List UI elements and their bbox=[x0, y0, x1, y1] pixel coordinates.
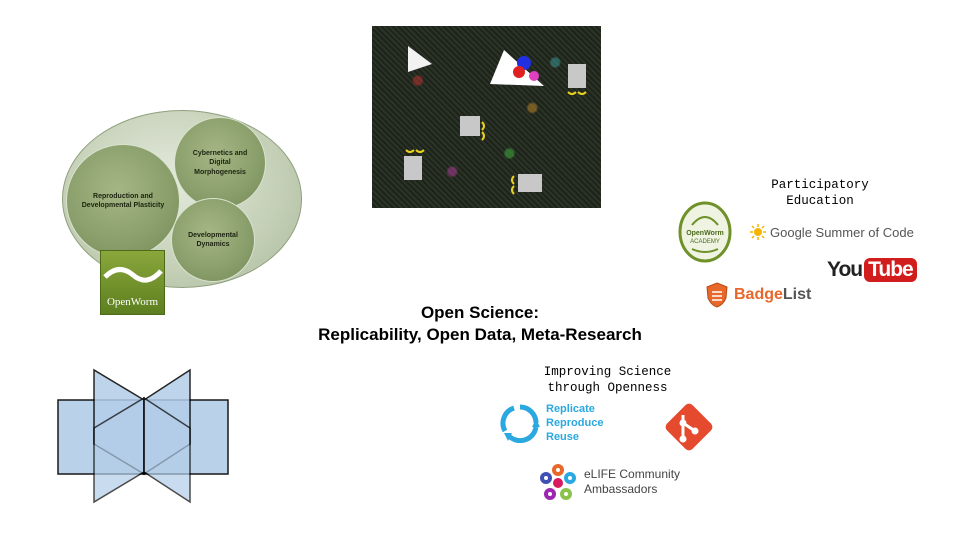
venn-label-developmental-dynamics: Developmental Dynamics bbox=[188, 231, 238, 248]
venn-circle-reproduction: Reproduction and Developmental Plasticit… bbox=[66, 144, 180, 258]
improving-title-line1: Improving Science bbox=[543, 365, 672, 379]
neural-overlay-shapes bbox=[404, 46, 587, 195]
elife-line1: eLIFE Community bbox=[584, 467, 681, 481]
elife-line2: Ambassadors bbox=[584, 482, 658, 496]
venn-circle-developmental-dynamics: Developmental Dynamics bbox=[171, 198, 255, 282]
venn-circle-cybernetics: Cybernetics and Digital Morphogenesis bbox=[174, 117, 266, 209]
red-dot bbox=[513, 66, 525, 78]
openworm-wave-icon bbox=[103, 267, 163, 283]
pink-dot bbox=[529, 71, 539, 81]
headline-line1: Open Science: bbox=[420, 303, 540, 322]
youtube-you-text: You bbox=[827, 258, 863, 281]
google-summer-of-code: Google Summer of Code bbox=[750, 224, 914, 240]
participatory-title-line2: Education bbox=[786, 194, 854, 208]
svg-text:ACADEMY: ACADEMY bbox=[690, 239, 720, 245]
venn-label-cybernetics: Cybernetics and Digital Morphogenesis bbox=[192, 150, 248, 176]
headline: Open Science: Replicability, Open Data, … bbox=[200, 302, 760, 346]
gray-block-3 bbox=[404, 156, 422, 180]
venn-label-reproduction: Reproduction and Developmental Plasticit… bbox=[81, 192, 165, 209]
badgelist-text-a: Badge bbox=[734, 286, 783, 303]
gsoc-sun-icon bbox=[750, 224, 766, 240]
gray-block-2 bbox=[460, 116, 480, 136]
improving-title-line2: through Openness bbox=[547, 381, 668, 395]
git-icon bbox=[665, 403, 713, 451]
headline-line2: Replicability, Open Data, Meta-Research bbox=[318, 325, 642, 344]
youtube-logo: You Tube bbox=[827, 258, 917, 282]
participatory-title-line1: Participatory bbox=[771, 178, 869, 192]
elife-community-ambassadors: eLIFE Community Ambassadors bbox=[538, 462, 680, 502]
replicate-reproduce-reuse: Replicate Reproduce Reuse bbox=[500, 402, 603, 444]
neural-tissue-image bbox=[372, 26, 601, 208]
gsoc-text: Google Summer of Code bbox=[770, 224, 914, 240]
openworm-logo-text: OpenWorm bbox=[106, 296, 159, 308]
improving-science-title: Improving Science through Openness bbox=[530, 364, 685, 396]
rrr-reuse: Reuse bbox=[546, 431, 580, 443]
openworm-academy-logo: OpenWorm ACADEMY bbox=[678, 201, 732, 263]
rrr-reproduce: Reproduce bbox=[546, 417, 604, 429]
rrr-replicate: Replicate bbox=[546, 403, 595, 415]
rrr-cycle-icon bbox=[500, 404, 540, 443]
white-triangle-left bbox=[408, 46, 432, 72]
svg-text:OpenWorm: OpenWorm bbox=[686, 230, 724, 237]
openworm-academy-badge-icon: OpenWorm ACADEMY bbox=[678, 201, 732, 263]
badgelist-text-b: List bbox=[782, 286, 812, 303]
gray-block-1 bbox=[568, 64, 586, 88]
gray-block-4 bbox=[518, 174, 542, 192]
elife-ambassadors-icon bbox=[540, 464, 576, 500]
participatory-education-title: Participatory Education bbox=[750, 177, 890, 209]
youtube-tube-text: Tube bbox=[864, 258, 917, 282]
blue-polyhedron-diagram bbox=[57, 368, 229, 504]
openworm-logo: OpenWorm bbox=[100, 250, 165, 315]
